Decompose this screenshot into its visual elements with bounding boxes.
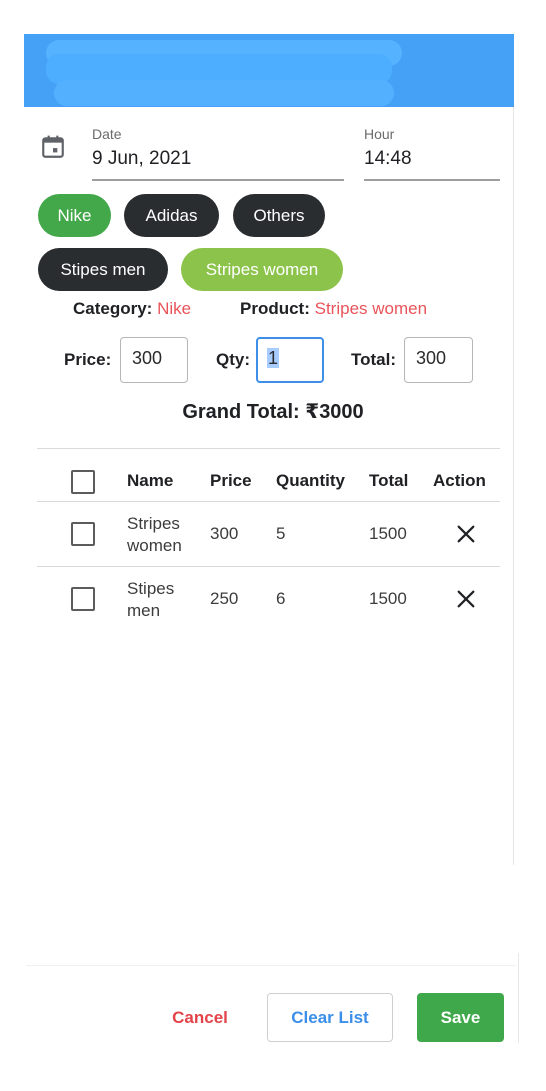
row-name: Stipes men [127, 579, 175, 620]
hour-underline [364, 179, 500, 181]
chip-adidas[interactable]: Adidas [124, 194, 219, 237]
hour-label: Hour [364, 126, 395, 142]
qty-value: 1 [267, 348, 280, 368]
chip-stipes-men[interactable]: Stipes men [38, 248, 168, 291]
price-input[interactable]: 300 [120, 337, 188, 383]
row-price: 300 [210, 524, 239, 543]
action-bar-edge [26, 965, 516, 966]
row-checkbox[interactable] [71, 587, 95, 611]
date-underline [92, 179, 344, 181]
col-price-header: Price [210, 471, 252, 490]
date-value: 9 Jun, 2021 [92, 148, 192, 169]
chip-nike[interactable]: Nike [38, 194, 111, 237]
row-name: Stripes women [127, 514, 182, 555]
category-value: Nike [157, 299, 192, 318]
row-quantity: 5 [276, 524, 286, 543]
calendar-icon[interactable] [40, 134, 66, 160]
date-label: Date [92, 126, 122, 142]
delete-row-icon[interactable] [455, 523, 477, 545]
delete-row-icon[interactable] [455, 588, 477, 610]
panel-edge [513, 107, 514, 865]
product-value: Stripes women [314, 299, 428, 318]
row-total: 1500 [369, 589, 407, 608]
hour-value: 14:48 [364, 148, 412, 169]
blurred-title [54, 80, 394, 106]
category-info: Category: Nike [73, 299, 191, 319]
total-input[interactable]: 300 [404, 337, 473, 383]
col-quantity-header: Quantity [276, 471, 345, 490]
row-total: 1500 [369, 524, 407, 543]
total-label: Total: [351, 350, 397, 369]
header-divider [37, 501, 500, 502]
clear-list-button[interactable]: Clear List [267, 993, 393, 1042]
col-action-header: Action [433, 471, 486, 490]
qty-label: Qty: [216, 350, 250, 369]
select-all-checkbox[interactable] [71, 470, 95, 494]
product-label: Product: [240, 299, 310, 318]
section-divider [37, 448, 500, 449]
row-divider [37, 566, 500, 567]
row-checkbox[interactable] [71, 522, 95, 546]
qty-input[interactable]: 1 [256, 337, 324, 383]
row-price: 250 [210, 589, 239, 608]
chip-others[interactable]: Others [233, 194, 325, 237]
grand-total: Grand Total: ₹3000 [182, 401, 364, 423]
chip-stripes-women[interactable]: Stripes women [181, 248, 343, 291]
cancel-button[interactable]: Cancel [160, 993, 240, 1042]
app-bar [24, 34, 514, 107]
date-field[interactable]: Date 9 Jun, 2021 [92, 126, 344, 188]
price-label: Price: [64, 350, 112, 369]
row-quantity: 6 [276, 589, 286, 608]
hour-field[interactable]: Hour 14:48 [364, 126, 500, 188]
action-bar-edge [518, 953, 519, 1043]
product-info: Product: Stripes women [240, 299, 427, 319]
col-name-header: Name [127, 471, 174, 490]
save-button[interactable]: Save [417, 993, 504, 1042]
col-total-header: Total [369, 471, 409, 490]
category-label: Category: [73, 299, 153, 318]
